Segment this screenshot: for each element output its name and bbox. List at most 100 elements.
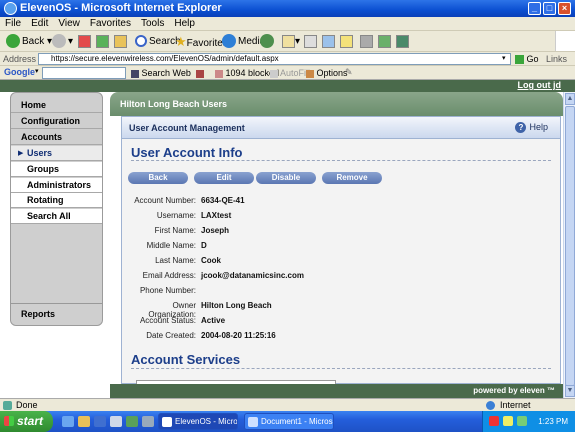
value-date-created: 2004-08-20 11:25:16 — [201, 331, 276, 340]
menu-favorites[interactable]: Favorites — [85, 17, 136, 29]
tray-icon[interactable] — [517, 416, 527, 426]
help-link[interactable]: ? Help — [515, 122, 548, 133]
back-button[interactable]: Back ▾ — [6, 34, 52, 50]
sidebar-item-home[interactable]: Home — [11, 98, 102, 113]
forward-button[interactable]: ▾ — [52, 34, 73, 50]
messenger-button[interactable] — [378, 34, 391, 50]
edit-button[interactable]: Edit — [194, 172, 254, 184]
sidebar-item-search-all[interactable]: Search All — [11, 209, 102, 224]
forward-arrow-icon — [52, 34, 66, 49]
status-text: Done — [16, 400, 38, 410]
quicklaunch-outlook-icon[interactable] — [110, 416, 122, 427]
discuss-button[interactable] — [340, 34, 353, 50]
value-username: LAXtest — [201, 211, 232, 220]
extra-button[interactable] — [396, 34, 409, 50]
tray-icon[interactable] — [503, 416, 513, 426]
google-logo[interactable]: Google — [4, 67, 35, 77]
google-menu-icon[interactable]: ▾ — [35, 67, 39, 75]
media-icon — [222, 34, 236, 49]
value-last-name: Cook — [201, 256, 221, 265]
quicklaunch-ie-icon[interactable] — [62, 416, 74, 427]
media-button[interactable]: Media — [222, 34, 265, 50]
binoculars-icon — [131, 69, 139, 78]
menu-view[interactable]: View — [53, 17, 85, 29]
edit-page-button[interactable] — [322, 34, 335, 50]
stop-icon — [78, 34, 91, 48]
sidebar-item-groups[interactable]: Groups — [11, 162, 102, 177]
value-account-number: 6634-QE-41 — [201, 196, 245, 205]
minimize-button[interactable]: _ — [528, 2, 541, 15]
quicklaunch-folder-icon[interactable] — [78, 416, 90, 427]
autofill-icon — [270, 69, 278, 78]
remove-button[interactable]: Remove — [322, 172, 382, 184]
maximize-button[interactable]: □ — [543, 2, 556, 15]
print-button[interactable] — [304, 34, 317, 50]
sidebar-item-rotating-password[interactable]: Rotating Password — [11, 193, 102, 220]
search-icon — [135, 35, 147, 48]
taskbar-item-word[interactable]: Document1 - Microsof... — [244, 413, 334, 430]
divider — [131, 368, 551, 369]
menu-help[interactable]: Help — [169, 17, 200, 29]
label-username: Username: — [156, 211, 196, 220]
disable-button[interactable]: Disable — [256, 172, 316, 184]
sidebar-item-reports[interactable]: Reports — [11, 303, 102, 325]
go-button[interactable]: Go — [515, 54, 539, 65]
autofill-button[interactable]: AutoFill — [270, 68, 310, 78]
quicklaunch-desktop-icon[interactable] — [142, 416, 154, 427]
scroll-up-icon[interactable]: ▲ — [565, 93, 575, 105]
sidebar-item-administrators[interactable]: Administrators — [11, 178, 102, 193]
favorites-button[interactable]: ★Favorites — [175, 34, 228, 50]
back-arrow-icon — [6, 34, 20, 49]
refresh-button[interactable] — [96, 34, 109, 50]
ie-icon — [4, 2, 17, 15]
menu-file[interactable]: File — [0, 17, 26, 29]
go-arrow-icon — [515, 55, 524, 65]
blocker-icon — [215, 69, 223, 78]
google-search-input[interactable] — [42, 67, 126, 79]
value-middle-name: D — [201, 241, 207, 250]
close-button[interactable]: × — [558, 2, 571, 15]
ie-window-icon — [162, 417, 172, 427]
arrow-right-icon: ▶ — [18, 150, 24, 157]
scroll-down-icon[interactable]: ▼ — [565, 385, 575, 397]
section-title-account-services: Account Services — [131, 352, 241, 367]
start-button[interactable]: start — [0, 411, 53, 432]
logout-link[interactable]: Log out jd — [518, 80, 561, 90]
sidebar: Home Configuration Accounts ▶ Users Group… — [10, 92, 103, 326]
quicklaunch-word-icon[interactable] — [94, 416, 106, 427]
history-icon — [260, 34, 274, 49]
links-button[interactable]: Links — [546, 54, 567, 64]
address-input[interactable]: https://secure.elevenwireless.com/Eleven… — [38, 53, 511, 65]
label-last-name: Last Name: — [155, 256, 196, 265]
research-button[interactable] — [360, 34, 373, 50]
search-button[interactable]: Search — [135, 34, 181, 50]
stop-button[interactable] — [78, 34, 91, 50]
tray-icon[interactable] — [489, 416, 499, 426]
menu-tools[interactable]: Tools — [136, 17, 169, 29]
news-icon[interactable] — [196, 68, 204, 78]
taskbar-item-ie[interactable]: ElevenOS - Microsoft ... — [158, 413, 238, 430]
help-icon: ? — [515, 122, 527, 133]
label-middle-name: Middle Name: — [146, 241, 196, 250]
back-button-panel[interactable]: Back — [128, 172, 188, 184]
search-web-button[interactable]: Search Web — [131, 68, 191, 78]
pencil-icon[interactable]: ✎ — [345, 67, 353, 78]
window-title: ElevenOS - Microsoft Internet Explorer — [20, 2, 222, 14]
address-label: Address — [3, 54, 37, 64]
home-button[interactable] — [114, 34, 127, 50]
quicklaunch-excel-icon[interactable] — [126, 416, 138, 427]
value-first-name: Joseph — [201, 226, 230, 235]
sidebar-item-users[interactable]: ▶ Users — [11, 146, 102, 161]
options-button[interactable]: Options — [306, 68, 348, 78]
sidebar-item-accounts[interactable]: Accounts — [11, 130, 102, 145]
mail-button[interactable]: ▾ — [282, 34, 300, 50]
history-button[interactable] — [260, 34, 276, 50]
scroll-thumb[interactable] — [565, 106, 575, 386]
star-icon: ★ — [175, 34, 187, 49]
page-scrollbar[interactable]: ▲ ▼ — [563, 92, 575, 398]
internet-zone-icon — [486, 401, 495, 410]
sidebar-item-configuration[interactable]: Configuration — [11, 114, 102, 129]
menu-edit[interactable]: Edit — [26, 17, 53, 29]
clock[interactable]: 1:23 PM — [538, 417, 568, 426]
address-dropdown-icon[interactable]: ▾ — [502, 54, 506, 62]
